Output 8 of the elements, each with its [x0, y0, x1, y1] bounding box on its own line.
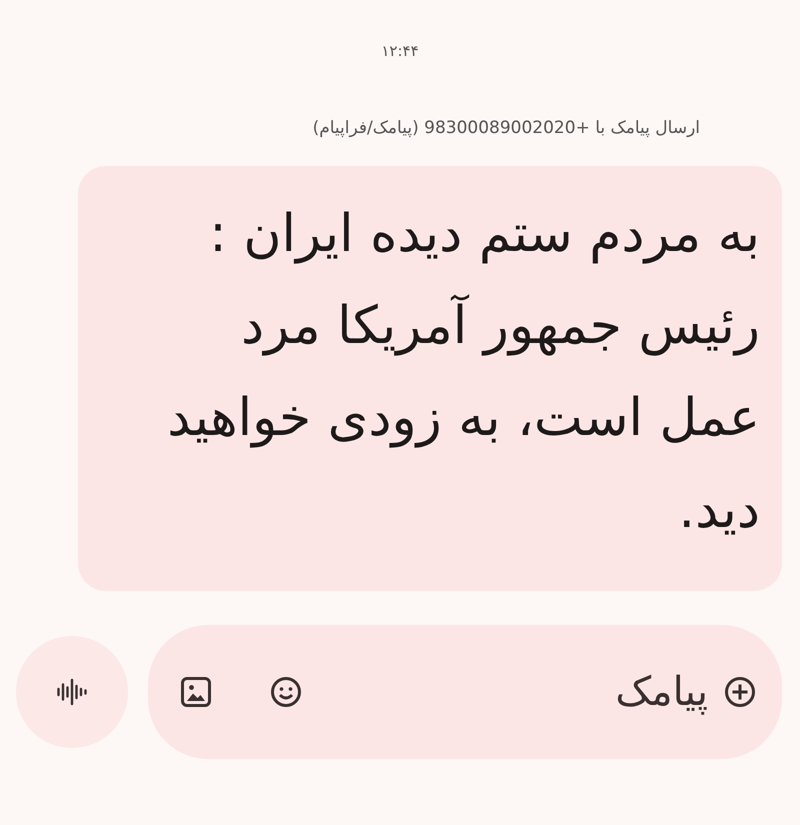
message-input-field[interactable]: پیامک — [148, 625, 782, 759]
sender-info: ارسال پیامک با +98300089002020 (پیامک/فراپیام) — [312, 118, 700, 138]
image-icon[interactable] — [178, 674, 214, 710]
message-input[interactable]: پیامک — [358, 669, 722, 715]
add-icon[interactable] — [722, 674, 758, 710]
message-text: به مردم ستم دیده ایران : رئیس جمهور آمریکا مرد عمل است، به زودی خواهید دید. — [166, 203, 760, 542]
emoji-icon[interactable] — [268, 674, 304, 710]
message-timestamp: ۱۲:۴۴ — [381, 42, 419, 60]
